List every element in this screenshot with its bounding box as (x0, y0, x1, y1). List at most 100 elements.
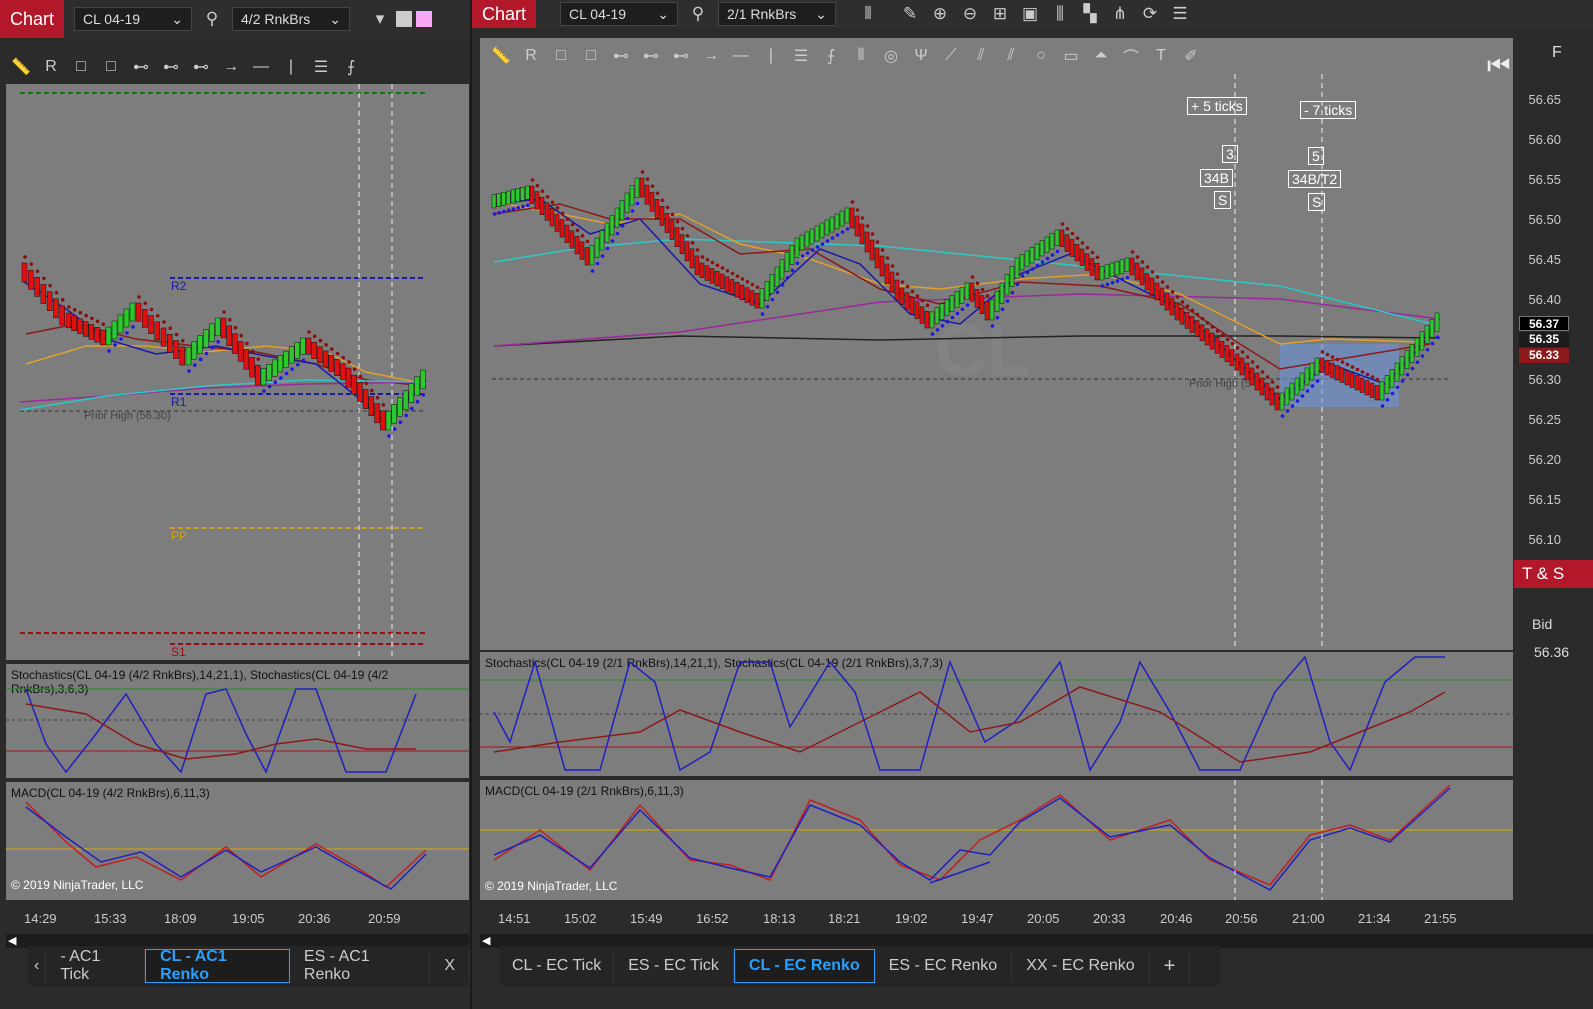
stop-dot (174, 332, 179, 337)
fib-icon[interactable]: ☰ (786, 46, 816, 66)
zoom-in-icon[interactable]: ⊕ (930, 4, 950, 24)
rectangle-alt-icon[interactable]: □ (576, 47, 606, 65)
horizontal-line-icon[interactable]: — (246, 58, 276, 76)
stop-dot (347, 360, 351, 364)
collapse-panel-icon[interactable]: ⏮ (1487, 50, 1510, 82)
left-price-panel[interactable]: R2 R1 Prior High (56.30) PP S1 (6, 84, 469, 660)
regression-channel-icon[interactable]: ⫽ (966, 47, 996, 65)
stop-dot (295, 362, 300, 367)
tab-cl-ec-tick[interactable]: CL - EC Tick (500, 949, 615, 983)
dropdown-arrow-icon[interactable]: ▾ (370, 9, 390, 29)
color-swatch-gray[interactable] (396, 11, 413, 27)
scroll-left-icon[interactable]: ◀ (8, 934, 16, 947)
text-icon[interactable]: T (1146, 47, 1176, 65)
fib-extension-icon[interactable]: ⨍ (816, 46, 846, 66)
ts-title[interactable]: T & S (1514, 560, 1593, 588)
candle (1349, 372, 1355, 388)
right-stochastics-panel[interactable]: Stochastics(CL 04-19 (2/1 RnkBrs),14,21,… (480, 652, 1513, 776)
tab-xx-ec-renko[interactable]: XX - EC Renko (1012, 949, 1150, 983)
strategies-icon[interactable]: ⋔ (1110, 4, 1130, 24)
risk-reward-icon[interactable]: R (516, 47, 546, 65)
stop-dot (1205, 321, 1210, 325)
tab-x[interactable]: X (430, 949, 471, 983)
color-swatch-pink[interactable] (416, 11, 433, 27)
tab-es-ec-renko[interactable]: ES - EC Renko (875, 949, 1013, 983)
stop-dot (835, 233, 840, 237)
left-instrument-select[interactable]: CL 04-19 ⌄ (74, 7, 193, 31)
left-chart-tab[interactable]: Chart (0, 0, 65, 38)
right-chart-tab[interactable]: Chart (472, 0, 537, 28)
candle (954, 291, 960, 308)
zoom-out-icon[interactable]: ⊖ (960, 4, 980, 24)
search-icon[interactable]: ⚲ (202, 9, 222, 29)
line-icon[interactable]: ⊷ (606, 46, 636, 66)
stop-dot (1375, 377, 1380, 382)
ruler-icon[interactable]: 📏 (6, 57, 36, 77)
candle (1044, 236, 1050, 253)
data-box-icon[interactable]: ▣ (1020, 4, 1040, 24)
andrews-pitchfork-icon[interactable]: Ψ (906, 47, 936, 65)
scroll-tabs-left-icon[interactable]: ‹ (28, 949, 47, 983)
price-tick-4: 56.45 (1528, 252, 1561, 267)
vertical-line-icon[interactable]: | (756, 47, 786, 65)
pencil-icon[interactable]: ✎ (900, 4, 920, 24)
right-stoch-svg (480, 655, 1513, 772)
bar-style-icon[interactable]: ⫴ (858, 4, 878, 24)
candle (594, 237, 600, 258)
extended-line-icon[interactable]: ⊷ (666, 46, 696, 66)
templates-icon[interactable]: ▚ (1080, 4, 1100, 24)
fib-extension-icon[interactable]: ⨍ (336, 57, 366, 77)
gann-fan-icon[interactable]: ⟋ (936, 47, 966, 65)
stop-dot (910, 289, 915, 294)
left-bartype-select[interactable]: 4/2 RnkBrs ⌄ (232, 7, 351, 31)
search-icon[interactable]: ⚲ (688, 4, 708, 24)
trend-channel-icon[interactable]: ⫽ (996, 47, 1026, 65)
left-macd-panel[interactable]: MACD(CL 04-19 (4/2 RnkBrs),6,11,3) © 201… (6, 782, 469, 900)
candle (979, 295, 985, 314)
arrow-line-icon[interactable]: → (216, 58, 246, 76)
rectangle-alt-icon[interactable]: □ (96, 58, 126, 76)
stop-dot (1045, 256, 1050, 261)
properties-icon[interactable]: ☰ (1170, 4, 1190, 24)
ray-icon[interactable]: ⊷ (636, 46, 666, 66)
tab-es-ac1-renko[interactable]: ES - AC1 Renko (290, 948, 431, 983)
stop-dot (1120, 277, 1125, 282)
arrow-line-icon[interactable]: → (696, 47, 726, 65)
risk-reward-icon[interactable]: R (36, 58, 66, 76)
rectangle-shape-icon[interactable]: ▭ (1056, 46, 1086, 66)
right-instrument-select[interactable]: CL 04-19 ⌄ (560, 2, 679, 26)
region-highlight-icon[interactable]: ✐ (1176, 46, 1206, 66)
time-cycles-icon[interactable]: ⦀ (846, 47, 876, 65)
horizontal-line-icon[interactable]: — (726, 47, 756, 65)
tab-es-ec-tick[interactable]: ES - EC Tick (614, 949, 734, 983)
add-tab-button[interactable]: + (1150, 949, 1191, 983)
left-stochastics-panel[interactable]: Stochastics(CL 04-19 (4/2 RnkBrs),14,21,… (6, 664, 469, 778)
arc-icon[interactable]: ⌒ (1116, 44, 1146, 68)
tab-cl-ec-renko[interactable]: CL - EC Renko (733, 949, 875, 983)
stop-dot (1345, 362, 1350, 367)
ruler-icon[interactable]: 📏 (486, 46, 516, 66)
right-price-panel[interactable]: CL R2 Prior High (5 + 5 ticks - 7 ticks … (480, 74, 1513, 650)
line-icon[interactable]: ⊷ (126, 57, 156, 77)
tab-ac1-tick[interactable]: - AC1 Tick (46, 948, 146, 983)
tab-cl-ac1-renko[interactable]: CL - AC1 Renko (145, 948, 290, 983)
candle (539, 196, 545, 215)
indicators-icon[interactable]: ⫼ (1050, 4, 1070, 24)
candle (669, 220, 675, 240)
right-macd-panel[interactable]: MACD(CL 04-19 (2/1 RnkBrs),6,11,3) © 201… (480, 780, 1513, 900)
rectangle-icon[interactable]: □ (546, 47, 576, 65)
right-bartype-select[interactable]: 2/1 RnkBrs ⌄ (718, 2, 837, 26)
scroll-left-icon[interactable]: ◀ (482, 934, 490, 947)
refresh-icon[interactable]: ⟳ (1140, 4, 1160, 24)
ellipse-icon[interactable]: ○ (1026, 47, 1056, 65)
rectangle-icon[interactable]: □ (66, 58, 96, 76)
extended-line-icon[interactable]: ⊷ (186, 57, 216, 77)
stop-dot (1105, 282, 1110, 287)
ray-icon[interactable]: ⊷ (156, 57, 186, 77)
triangle-icon[interactable]: ⏶ (1086, 47, 1116, 65)
crosshair-icon[interactable]: ⊞ (990, 4, 1010, 24)
fib-icon[interactable]: ☰ (306, 57, 336, 77)
candle (1419, 331, 1425, 351)
vertical-line-icon[interactable]: | (276, 58, 306, 76)
fib-circle-icon[interactable]: ◎ (876, 46, 906, 66)
